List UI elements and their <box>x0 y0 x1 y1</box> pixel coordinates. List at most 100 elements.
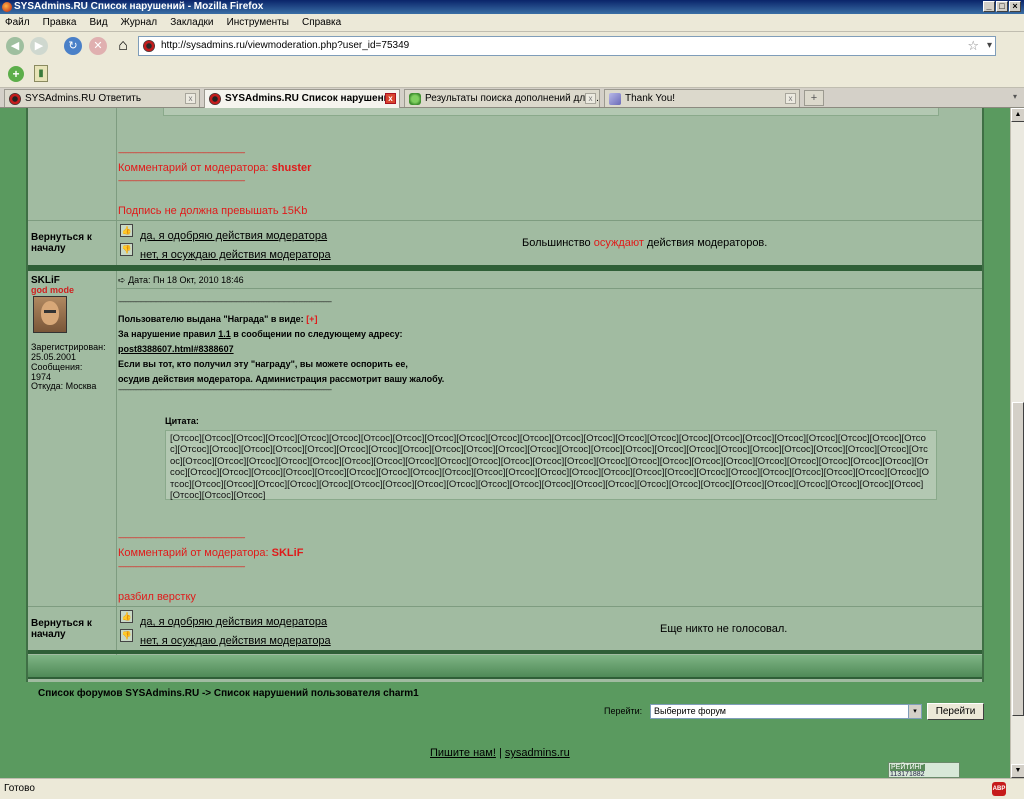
menu-bar: Файл Правка Вид Журнал Закладки Инструме… <box>0 14 1024 32</box>
quote-box: [Отсос][Отсос][Отсос][Отсос][Отсос][Отсо… <box>165 430 937 501</box>
home-icon[interactable]: ⌂ <box>114 37 132 55</box>
approve-link[interactable]: да, я одобряю действия модератора <box>140 230 327 242</box>
back-to-top-link[interactable]: Вернуться к началу <box>31 232 111 254</box>
scroll-up-icon[interactable]: ▲ <box>1011 108 1024 122</box>
post-link[interactable]: post8388607.html#8388607 <box>118 344 234 354</box>
url-bar[interactable]: http://sysadmins.ru/viewmoderation.php?u… <box>138 36 996 56</box>
thumbs-down-icon[interactable]: 👎 <box>120 243 133 256</box>
site-link[interactable]: sysadmins.ru <box>505 747 570 759</box>
page-viewport: ----------------------------------------… <box>0 108 1010 778</box>
rating-counter[interactable]: РЕЙТИНГ 113171882 29228 <box>888 762 960 778</box>
breadcrumb[interactable]: Список форумов SYSAdmins.RU -> Список на… <box>38 688 419 699</box>
appeal-line-2: осудив действия модератора. Администраци… <box>118 374 445 384</box>
puzzle-icon <box>409 93 421 105</box>
table-footer-bar <box>28 655 982 679</box>
thumbs-up-icon[interactable]: 👍 <box>120 610 133 623</box>
separator: ----------------------------------------… <box>118 176 245 185</box>
condemn-link[interactable]: нет, я осуждаю действия модератора <box>140 249 331 261</box>
post-marker-icon[interactable]: ➪ <box>118 275 126 285</box>
window-title: SYSAdmins.RU Список нарушений - Mozilla … <box>14 1 264 12</box>
jump-label: Перейти: <box>604 706 643 716</box>
feather-icon <box>609 93 621 105</box>
tab-label: SYSAdmins.RU Список нарушений <box>225 93 396 104</box>
separator: ----------------------------------------… <box>118 297 332 306</box>
star-icon[interactable]: ☆ <box>967 37 979 55</box>
tab-bar: SYSAdmins.RU Ответить x SYSAdmins.RU Спи… <box>0 88 1024 108</box>
avatar <box>33 296 67 333</box>
add-bookmark-icon[interactable]: + <box>8 66 24 82</box>
separator: ----------------------------------------… <box>118 385 332 394</box>
tab-close-icon[interactable]: x <box>185 93 196 104</box>
moderator-name: shuster <box>271 162 312 174</box>
tab-reply[interactable]: SYSAdmins.RU Ответить x <box>4 89 200 107</box>
menu-view[interactable]: Вид <box>85 14 113 32</box>
chevron-down-icon: ▾ <box>908 705 921 718</box>
tab-close-icon[interactable]: x <box>585 93 596 104</box>
registered-label: Зарегистрирован: <box>31 342 106 352</box>
close-window-button[interactable]: × <box>1009 1 1021 12</box>
separator: ----------------------------------------… <box>118 562 245 571</box>
back-to-top-link[interactable]: Вернуться к началу <box>31 618 111 640</box>
tab-label: Результаты поиска дополнений для ... <box>425 93 600 104</box>
moderation-reason: разбил верстку <box>118 591 196 603</box>
status-bar: Готово ABP <box>0 778 1024 799</box>
tab-close-icon[interactable]: x <box>385 93 396 104</box>
site-favicon-icon <box>143 40 155 52</box>
user-rank: god mode <box>31 285 74 295</box>
menu-bookmarks[interactable]: Закладки <box>165 14 218 32</box>
sysadmins-favicon-icon <box>9 93 21 105</box>
new-tab-button[interactable]: + <box>804 90 824 106</box>
menu-edit[interactable]: Правка <box>38 14 82 32</box>
scroll-thumb[interactable] <box>1012 402 1024 716</box>
tab-thank-you[interactable]: Thank You! x <box>604 89 800 107</box>
tab-addons-search[interactable]: Результаты поиска дополнений для ... x <box>404 89 600 107</box>
footer: Пишите нам! | sysadmins.ru <box>430 747 570 759</box>
vertical-scrollbar[interactable]: ▲ ▼ <box>1010 108 1024 778</box>
quote-label: Цитата: <box>165 416 199 426</box>
moderation-reason: Подпись не должна превышать 15Kb <box>118 205 308 217</box>
bookmarks-icon[interactable]: ▮ <box>34 65 48 82</box>
tab-violations[interactable]: SYSAdmins.RU Список нарушений x <box>204 89 400 108</box>
maximize-button[interactable]: □ <box>996 1 1008 12</box>
moderator-comment: Комментарий от модератора: shuster <box>118 162 312 174</box>
thumbs-up-icon[interactable]: 👍 <box>120 224 133 237</box>
vote-result: Большинство осуждают действия модераторо… <box>522 237 768 249</box>
menu-history[interactable]: Журнал <box>116 14 163 32</box>
menu-file[interactable]: Файл <box>0 14 35 32</box>
separator: ----------------------------------------… <box>118 533 245 542</box>
contact-link[interactable]: Пишите нам! <box>430 747 496 759</box>
tab-close-icon[interactable]: x <box>785 93 796 104</box>
url-dropdown-icon[interactable]: ▾ <box>987 37 992 55</box>
scroll-down-icon[interactable]: ▼ <box>1011 764 1024 778</box>
stop-icon[interactable]: ✕ <box>89 37 107 55</box>
appeal-line: Если вы тот, кто получил эту "награду", … <box>118 359 408 369</box>
forward-icon[interactable]: ▶ <box>30 37 48 55</box>
menu-tools[interactable]: Инструменты <box>222 14 294 32</box>
condemn-link[interactable]: нет, я осуждаю действия модератора <box>140 635 331 647</box>
tab-label: Thank You! <box>625 93 676 104</box>
location: Откуда: Москва <box>31 381 97 391</box>
posts-label: Сообщения: <box>31 362 83 372</box>
previous-quote-fragment <box>163 108 939 116</box>
adblock-icon[interactable]: ABP <box>992 782 1006 796</box>
approve-link[interactable]: да, я одобряю действия модератора <box>140 616 327 628</box>
window-title-bar: SYSAdmins.RU Список нарушений - Mozilla … <box>0 0 1024 14</box>
jump-button[interactable]: Перейти <box>927 703 984 720</box>
rule-link[interactable]: 1.1 <box>218 329 231 339</box>
back-icon[interactable]: ◀ <box>6 37 24 55</box>
award-badge[interactable]: [+] <box>306 314 317 324</box>
minimize-button[interactable]: _ <box>983 1 995 12</box>
reload-icon[interactable]: ↻ <box>64 37 82 55</box>
forum-table: ----------------------------------------… <box>26 108 984 682</box>
award-line: Пользователю выдана "Награда" в виде: [+… <box>118 314 318 324</box>
url-text: http://sysadmins.ru/viewmoderation.php?u… <box>161 40 410 51</box>
forum-select[interactable]: Выберите форум ▾ <box>650 704 922 719</box>
tab-list-icon[interactable]: ▾ <box>1008 90 1022 106</box>
bookmarks-toolbar: + ▮ <box>0 60 1024 88</box>
vote-result: Еще никто не голосовал. <box>660 623 788 635</box>
separator: ----------------------------------------… <box>118 148 245 157</box>
moderator-name: SKLiF <box>271 547 304 559</box>
tab-label: SYSAdmins.RU Ответить <box>25 93 142 104</box>
thumbs-down-icon[interactable]: 👎 <box>120 629 133 642</box>
menu-help[interactable]: Справка <box>297 14 346 32</box>
